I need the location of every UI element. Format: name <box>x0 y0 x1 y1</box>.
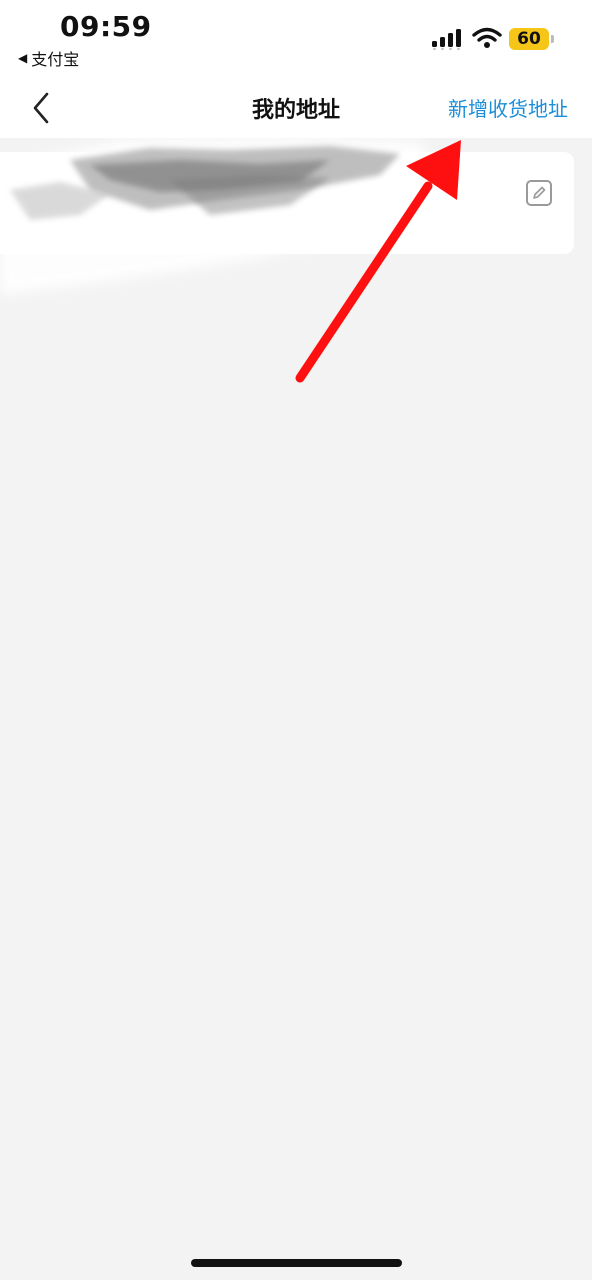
home-indicator[interactable] <box>191 1259 402 1267</box>
screen: 09:59 ◀ 支付宝 60 我的地址 新增收货地址 <box>0 0 592 1280</box>
status-bar: 09:59 ◀ 支付宝 60 <box>0 0 592 80</box>
battery-indicator: 60 <box>509 28 554 50</box>
back-app-label: 支付宝 <box>31 50 80 69</box>
cellular-signal-icon <box>432 29 461 50</box>
add-address-button[interactable]: 新增收货地址 <box>448 93 568 122</box>
status-time: 09:59 <box>60 10 152 43</box>
back-to-app-link[interactable]: ◀ 支付宝 <box>18 46 79 70</box>
edit-address-button[interactable] <box>526 180 552 206</box>
edit-icon <box>533 186 546 199</box>
redaction-scribble <box>0 138 440 295</box>
back-triangle-icon: ◀ <box>18 51 28 65</box>
wifi-icon <box>472 27 502 48</box>
